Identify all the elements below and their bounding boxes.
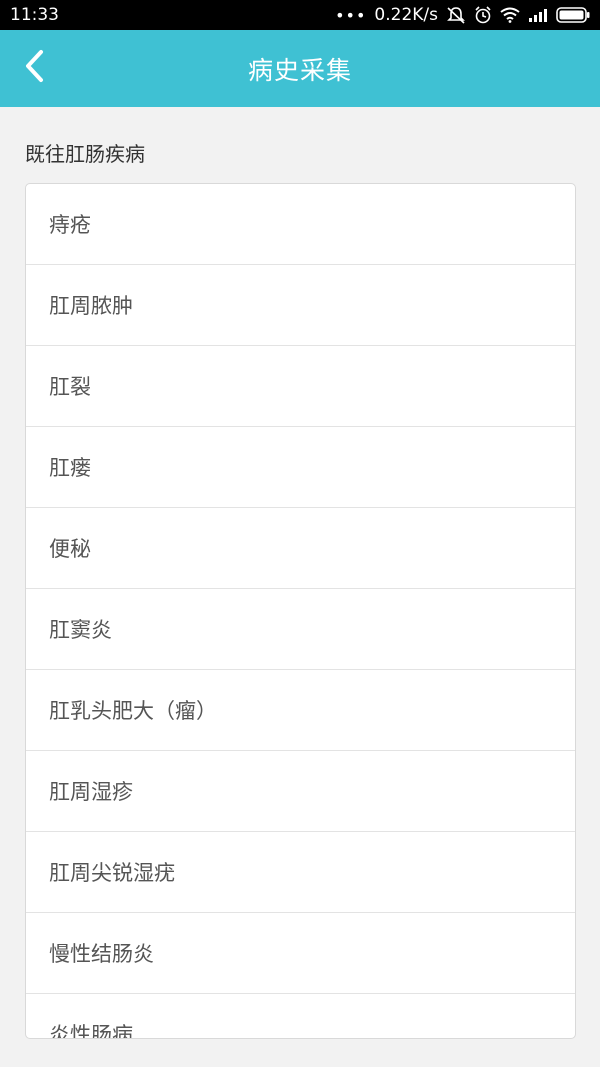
back-button[interactable]	[14, 48, 54, 88]
app-bar: 病史采集	[0, 30, 600, 107]
alarm-icon	[474, 6, 492, 24]
list-item[interactable]: 肛乳头肥大（瘤）	[26, 670, 575, 751]
list-item[interactable]: 肛周湿疹	[26, 751, 575, 832]
list-item-label: 炎性肠病	[49, 1023, 133, 1039]
list-item-label: 肛周尖锐湿疣	[49, 861, 175, 885]
status-bar: 11:33 ••• 0.22K/s	[0, 0, 600, 30]
status-icons: ••• 0.22K/s	[335, 5, 590, 25]
list-item[interactable]: 慢性结肠炎	[26, 913, 575, 994]
page-title: 病史采集	[247, 55, 352, 85]
battery-icon	[556, 7, 590, 23]
signal-dots-icon: •••	[335, 5, 367, 25]
list-item[interactable]: 痔疮	[26, 184, 575, 265]
list-item-label: 痔疮	[49, 213, 91, 237]
list-item[interactable]: 肛瘘	[26, 427, 575, 508]
list-item[interactable]: 肛周脓肿	[26, 265, 575, 346]
list-item-label: 肛周脓肿	[49, 294, 133, 318]
list-item-label: 慢性结肠炎	[49, 942, 154, 966]
section-title: 既往肛肠疾病	[25, 142, 145, 166]
disease-list: 痔疮 肛周脓肿 肛裂 肛瘘 便秘 肛窦炎 肛乳头肥大（瘤） 肛周湿疹 肛周尖锐湿…	[25, 183, 576, 1039]
list-item-label: 肛裂	[49, 375, 91, 399]
list-item[interactable]: 便秘	[26, 508, 575, 589]
status-time: 11:33	[10, 5, 59, 25]
list-item[interactable]: 肛裂	[26, 346, 575, 427]
chevron-left-icon	[23, 49, 45, 87]
list-item[interactable]: 肛窦炎	[26, 589, 575, 670]
mute-icon	[446, 6, 466, 24]
list-item[interactable]: 肛周尖锐湿疣	[26, 832, 575, 913]
wifi-icon	[500, 7, 520, 23]
list-item-label: 便秘	[49, 537, 91, 561]
cell-signal-icon	[528, 8, 548, 22]
list-item-label: 肛周湿疹	[49, 780, 133, 804]
list-item[interactable]: 炎性肠病	[26, 994, 575, 1039]
list-item-label: 肛乳头肥大（瘤）	[49, 699, 217, 723]
list-item-label: 肛窦炎	[49, 618, 112, 642]
list-item-label: 肛瘘	[49, 456, 91, 480]
network-speed: 0.22K/s	[374, 5, 438, 25]
